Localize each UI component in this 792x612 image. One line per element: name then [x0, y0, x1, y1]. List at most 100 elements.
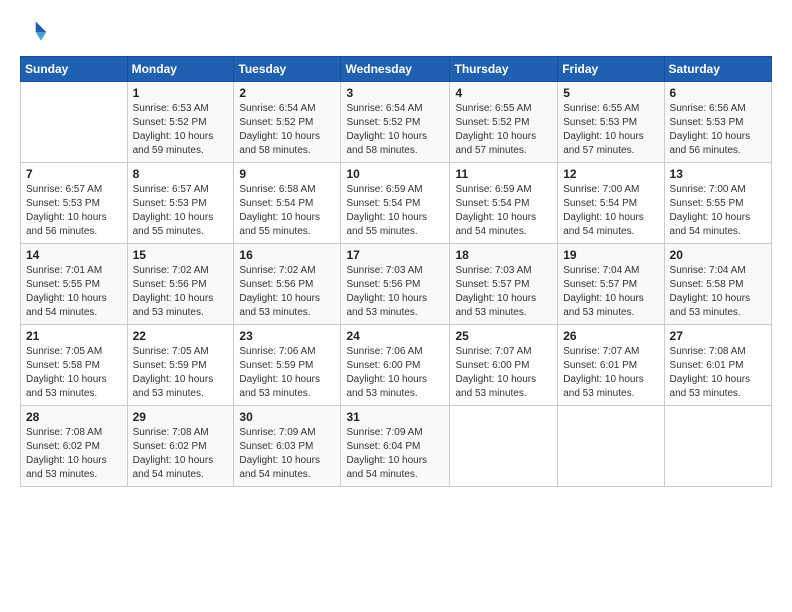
calendar-cell: 14 Sunrise: 7:01 AMSunset: 5:55 PMDayligh… [21, 244, 128, 325]
day-info: Sunrise: 7:07 AMSunset: 6:00 PMDaylight:… [455, 345, 552, 401]
calendar-cell: 27 Sunrise: 7:08 AMSunset: 6:01 PMDayligh… [664, 325, 771, 406]
calendar-cell [664, 406, 771, 487]
calendar-cell: 17 Sunrise: 7:03 AMSunset: 5:56 PMDayligh… [341, 244, 450, 325]
weekday-header-wednesday: Wednesday [341, 57, 450, 82]
day-info: Sunrise: 7:02 AMSunset: 5:56 PMDaylight:… [239, 264, 335, 320]
calendar-cell: 7 Sunrise: 6:57 AMSunset: 5:53 PMDaylight… [21, 163, 128, 244]
day-info: Sunrise: 7:05 AMSunset: 5:59 PMDaylight:… [133, 345, 229, 401]
weekday-header-saturday: Saturday [664, 57, 771, 82]
day-number: 28 [26, 410, 122, 424]
day-info: Sunrise: 7:09 AMSunset: 6:03 PMDaylight:… [239, 426, 335, 482]
day-info: Sunrise: 7:03 AMSunset: 5:57 PMDaylight:… [455, 264, 552, 320]
day-number: 1 [133, 86, 229, 100]
day-info: Sunrise: 6:59 AMSunset: 5:54 PMDaylight:… [455, 183, 552, 239]
day-number: 17 [346, 248, 444, 262]
day-number: 26 [563, 329, 658, 343]
week-row-5: 28 Sunrise: 7:08 AMSunset: 6:02 PMDayligh… [21, 406, 772, 487]
day-number: 16 [239, 248, 335, 262]
calendar-cell: 6 Sunrise: 6:56 AMSunset: 5:53 PMDaylight… [664, 82, 771, 163]
calendar-cell: 10Sunrise: 6:59 AMSunset: 5:54 PMDayligh… [341, 163, 450, 244]
day-number: 6 [670, 86, 766, 100]
calendar-cell: 16 Sunrise: 7:02 AMSunset: 5:56 PMDayligh… [234, 244, 341, 325]
day-number: 13 [670, 167, 766, 181]
day-info: Sunrise: 6:56 AMSunset: 5:53 PMDaylight:… [670, 102, 766, 158]
week-row-3: 14 Sunrise: 7:01 AMSunset: 5:55 PMDayligh… [21, 244, 772, 325]
day-info: Sunrise: 6:54 AMSunset: 5:52 PMDaylight:… [346, 102, 444, 158]
day-number: 9 [239, 167, 335, 181]
calendar-cell: 23 Sunrise: 7:06 AMSunset: 5:59 PMDayligh… [234, 325, 341, 406]
calendar-cell: 25 Sunrise: 7:07 AMSunset: 6:00 PMDayligh… [450, 325, 558, 406]
calendar-cell: 1 Sunrise: 6:53 AMSunset: 5:52 PMDaylight… [127, 82, 234, 163]
day-number: 24 [346, 329, 444, 343]
day-info: Sunrise: 6:55 AMSunset: 5:52 PMDaylight:… [455, 102, 552, 158]
day-info: Sunrise: 7:08 AMSunset: 6:02 PMDaylight:… [26, 426, 122, 482]
day-info: Sunrise: 7:04 AMSunset: 5:57 PMDaylight:… [563, 264, 658, 320]
day-info: Sunrise: 7:02 AMSunset: 5:56 PMDaylight:… [133, 264, 229, 320]
logo [20, 18, 52, 46]
calendar-cell: 2 Sunrise: 6:54 AMSunset: 5:52 PMDaylight… [234, 82, 341, 163]
day-number: 19 [563, 248, 658, 262]
calendar-cell: 28 Sunrise: 7:08 AMSunset: 6:02 PMDayligh… [21, 406, 128, 487]
day-number: 23 [239, 329, 335, 343]
header [20, 18, 772, 46]
day-info: Sunrise: 7:08 AMSunset: 6:02 PMDaylight:… [133, 426, 229, 482]
calendar-cell [558, 406, 664, 487]
day-info: Sunrise: 7:03 AMSunset: 5:56 PMDaylight:… [346, 264, 444, 320]
day-number: 11 [455, 167, 552, 181]
weekday-header-row: SundayMondayTuesdayWednesdayThursdayFrid… [21, 57, 772, 82]
calendar-cell: 12Sunrise: 7:00 AMSunset: 5:54 PMDayligh… [558, 163, 664, 244]
day-info: Sunrise: 7:07 AMSunset: 6:01 PMDaylight:… [563, 345, 658, 401]
day-number: 8 [133, 167, 229, 181]
day-number: 4 [455, 86, 552, 100]
week-row-1: 1 Sunrise: 6:53 AMSunset: 5:52 PMDaylight… [21, 82, 772, 163]
day-info: Sunrise: 6:58 AMSunset: 5:54 PMDaylight:… [239, 183, 335, 239]
day-number: 21 [26, 329, 122, 343]
calendar: SundayMondayTuesdayWednesdayThursdayFrid… [20, 56, 772, 487]
calendar-cell: 26 Sunrise: 7:07 AMSunset: 6:01 PMDayligh… [558, 325, 664, 406]
day-number: 14 [26, 248, 122, 262]
day-info: Sunrise: 7:01 AMSunset: 5:55 PMDaylight:… [26, 264, 122, 320]
day-number: 5 [563, 86, 658, 100]
day-info: Sunrise: 6:54 AMSunset: 5:52 PMDaylight:… [239, 102, 335, 158]
day-number: 31 [346, 410, 444, 424]
day-number: 12 [563, 167, 658, 181]
calendar-cell: 4 Sunrise: 6:55 AMSunset: 5:52 PMDaylight… [450, 82, 558, 163]
day-number: 27 [670, 329, 766, 343]
day-info: Sunrise: 6:57 AMSunset: 5:53 PMDaylight:… [26, 183, 122, 239]
day-number: 15 [133, 248, 229, 262]
day-info: Sunrise: 6:59 AMSunset: 5:54 PMDaylight:… [346, 183, 444, 239]
calendar-cell: 29 Sunrise: 7:08 AMSunset: 6:02 PMDayligh… [127, 406, 234, 487]
weekday-header-monday: Monday [127, 57, 234, 82]
day-number: 7 [26, 167, 122, 181]
calendar-cell: 5 Sunrise: 6:55 AMSunset: 5:53 PMDaylight… [558, 82, 664, 163]
day-info: Sunrise: 7:06 AMSunset: 5:59 PMDaylight:… [239, 345, 335, 401]
weekday-header-sunday: Sunday [21, 57, 128, 82]
calendar-cell: 21 Sunrise: 7:05 AMSunset: 5:58 PMDayligh… [21, 325, 128, 406]
day-number: 3 [346, 86, 444, 100]
weekday-header-friday: Friday [558, 57, 664, 82]
calendar-cell: 9 Sunrise: 6:58 AMSunset: 5:54 PMDaylight… [234, 163, 341, 244]
week-row-4: 21 Sunrise: 7:05 AMSunset: 5:58 PMDayligh… [21, 325, 772, 406]
week-row-2: 7 Sunrise: 6:57 AMSunset: 5:53 PMDaylight… [21, 163, 772, 244]
calendar-cell: 22 Sunrise: 7:05 AMSunset: 5:59 PMDayligh… [127, 325, 234, 406]
calendar-cell: 19 Sunrise: 7:04 AMSunset: 5:57 PMDayligh… [558, 244, 664, 325]
page: SundayMondayTuesdayWednesdayThursdayFrid… [0, 0, 792, 612]
calendar-cell: 31Sunrise: 7:09 AMSunset: 6:04 PMDayligh… [341, 406, 450, 487]
day-info: Sunrise: 7:05 AMSunset: 5:58 PMDaylight:… [26, 345, 122, 401]
day-info: Sunrise: 6:55 AMSunset: 5:53 PMDaylight:… [563, 102, 658, 158]
day-info: Sunrise: 6:57 AMSunset: 5:53 PMDaylight:… [133, 183, 229, 239]
calendar-cell [450, 406, 558, 487]
weekday-header-tuesday: Tuesday [234, 57, 341, 82]
calendar-cell: 11 Sunrise: 6:59 AMSunset: 5:54 PMDayligh… [450, 163, 558, 244]
day-number: 30 [239, 410, 335, 424]
day-info: Sunrise: 7:08 AMSunset: 6:01 PMDaylight:… [670, 345, 766, 401]
day-info: Sunrise: 6:53 AMSunset: 5:52 PMDaylight:… [133, 102, 229, 158]
day-info: Sunrise: 7:04 AMSunset: 5:58 PMDaylight:… [670, 264, 766, 320]
day-number: 25 [455, 329, 552, 343]
day-number: 2 [239, 86, 335, 100]
day-number: 29 [133, 410, 229, 424]
day-number: 22 [133, 329, 229, 343]
calendar-cell: 30 Sunrise: 7:09 AMSunset: 6:03 PMDayligh… [234, 406, 341, 487]
calendar-cell: 24Sunrise: 7:06 AMSunset: 6:00 PMDayligh… [341, 325, 450, 406]
calendar-cell: 15 Sunrise: 7:02 AMSunset: 5:56 PMDayligh… [127, 244, 234, 325]
